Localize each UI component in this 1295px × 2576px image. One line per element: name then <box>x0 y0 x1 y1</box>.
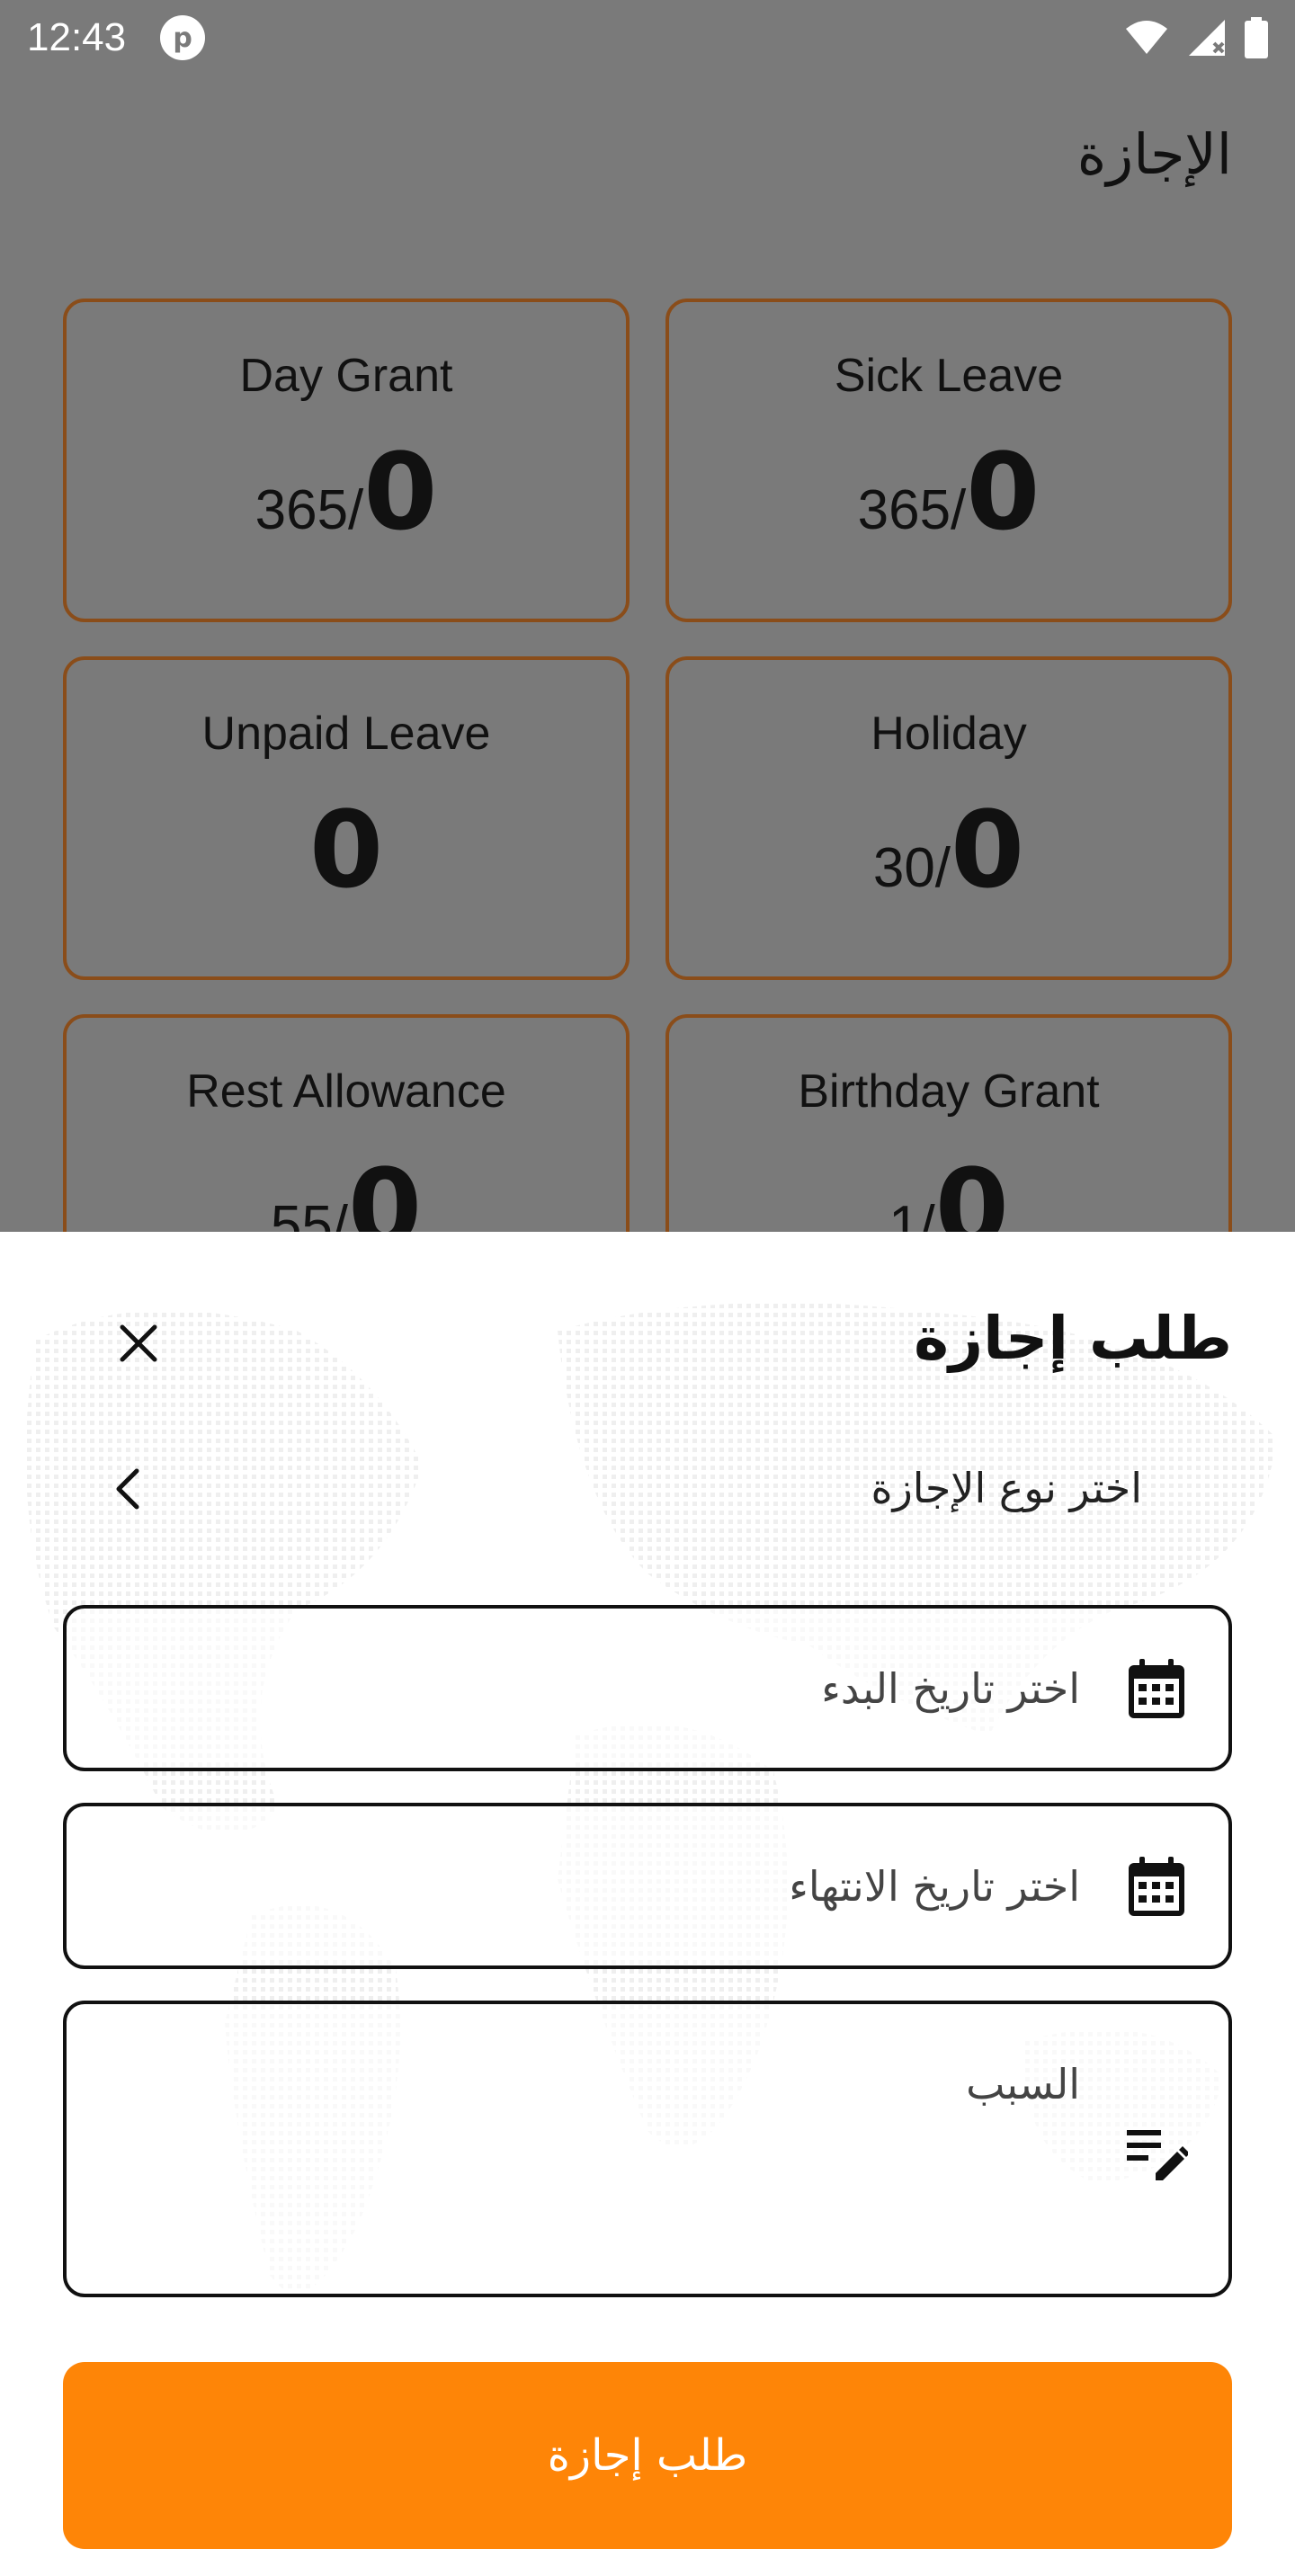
balance-card-unpaid-leave[interactable]: Unpaid Leave 0 <box>63 656 630 980</box>
page-title: الإجازة <box>1076 121 1232 187</box>
chevron-left-icon <box>116 1468 139 1510</box>
signal-icon <box>1189 20 1225 56</box>
balance-label: Rest Allowance <box>186 1065 506 1118</box>
battery-icon <box>1245 17 1268 58</box>
balance-total: 365/ <box>255 479 364 541</box>
balance-value: 0 <box>309 797 383 903</box>
balance-value: 365/ 0 <box>255 439 438 545</box>
balance-total: 365/ <box>857 479 967 541</box>
balance-used: 0 <box>966 430 1040 554</box>
edit-note-icon <box>1127 2130 1188 2180</box>
balance-label: Day Grant <box>239 350 453 402</box>
reason-field[interactable]: السبب <box>63 2001 1232 2297</box>
start-date-placeholder: اختر تاريخ البدء <box>821 1664 1080 1713</box>
leave-type-placeholder: اختر نوع الإجازة <box>871 1464 1142 1512</box>
app-notification-icon: p <box>160 15 206 60</box>
calendar-icon <box>1129 1659 1184 1718</box>
leave-request-sheet: طلب إجازة اختر نوع الإجازة اختر تاريخ ال… <box>0 1232 1295 2576</box>
close-icon <box>120 1324 157 1362</box>
balance-label: Holiday <box>871 708 1027 760</box>
sheet-title: طلب إجازة <box>914 1304 1232 1373</box>
balance-total: 30/ <box>872 837 951 899</box>
leave-balance-grid: Day Grant 365/ 0 Sick Leave 365/ 0 Unpai… <box>63 299 1232 1338</box>
balance-label: Birthday Grant <box>798 1065 1100 1118</box>
balance-used: 0 <box>363 430 438 554</box>
balance-used: 0 <box>308 788 384 912</box>
submit-leave-request-button[interactable]: طلب إجازة <box>63 2362 1232 2549</box>
start-date-field[interactable]: اختر تاريخ البدء <box>63 1605 1232 1771</box>
status-indicators <box>1124 17 1268 58</box>
status-time: 12:43 <box>27 15 127 59</box>
close-button[interactable] <box>115 1320 162 1367</box>
balance-value: 30/ 0 <box>873 797 1024 903</box>
balance-card-day-grant[interactable]: Day Grant 365/ 0 <box>63 299 630 622</box>
reason-placeholder: السبب <box>966 2060 1080 2108</box>
end-date-field[interactable]: اختر تاريخ الانتهاء <box>63 1803 1232 1969</box>
wifi-icon <box>1126 21 1167 54</box>
balance-used: 0 <box>951 788 1025 912</box>
balance-card-sick-leave[interactable]: Sick Leave 365/ 0 <box>665 299 1232 622</box>
balance-label: Unpaid Leave <box>201 708 491 760</box>
balance-card-holiday[interactable]: Holiday 30/ 0 <box>665 656 1232 980</box>
status-bar: 12:43 p <box>0 0 1295 76</box>
end-date-placeholder: اختر تاريخ الانتهاء <box>789 1862 1080 1911</box>
balance-label: Sick Leave <box>834 350 1064 402</box>
calendar-icon <box>1129 1857 1184 1916</box>
balance-value: 365/ 0 <box>858 439 1040 545</box>
leave-type-select[interactable]: اختر نوع الإجازة <box>63 1443 1232 1533</box>
